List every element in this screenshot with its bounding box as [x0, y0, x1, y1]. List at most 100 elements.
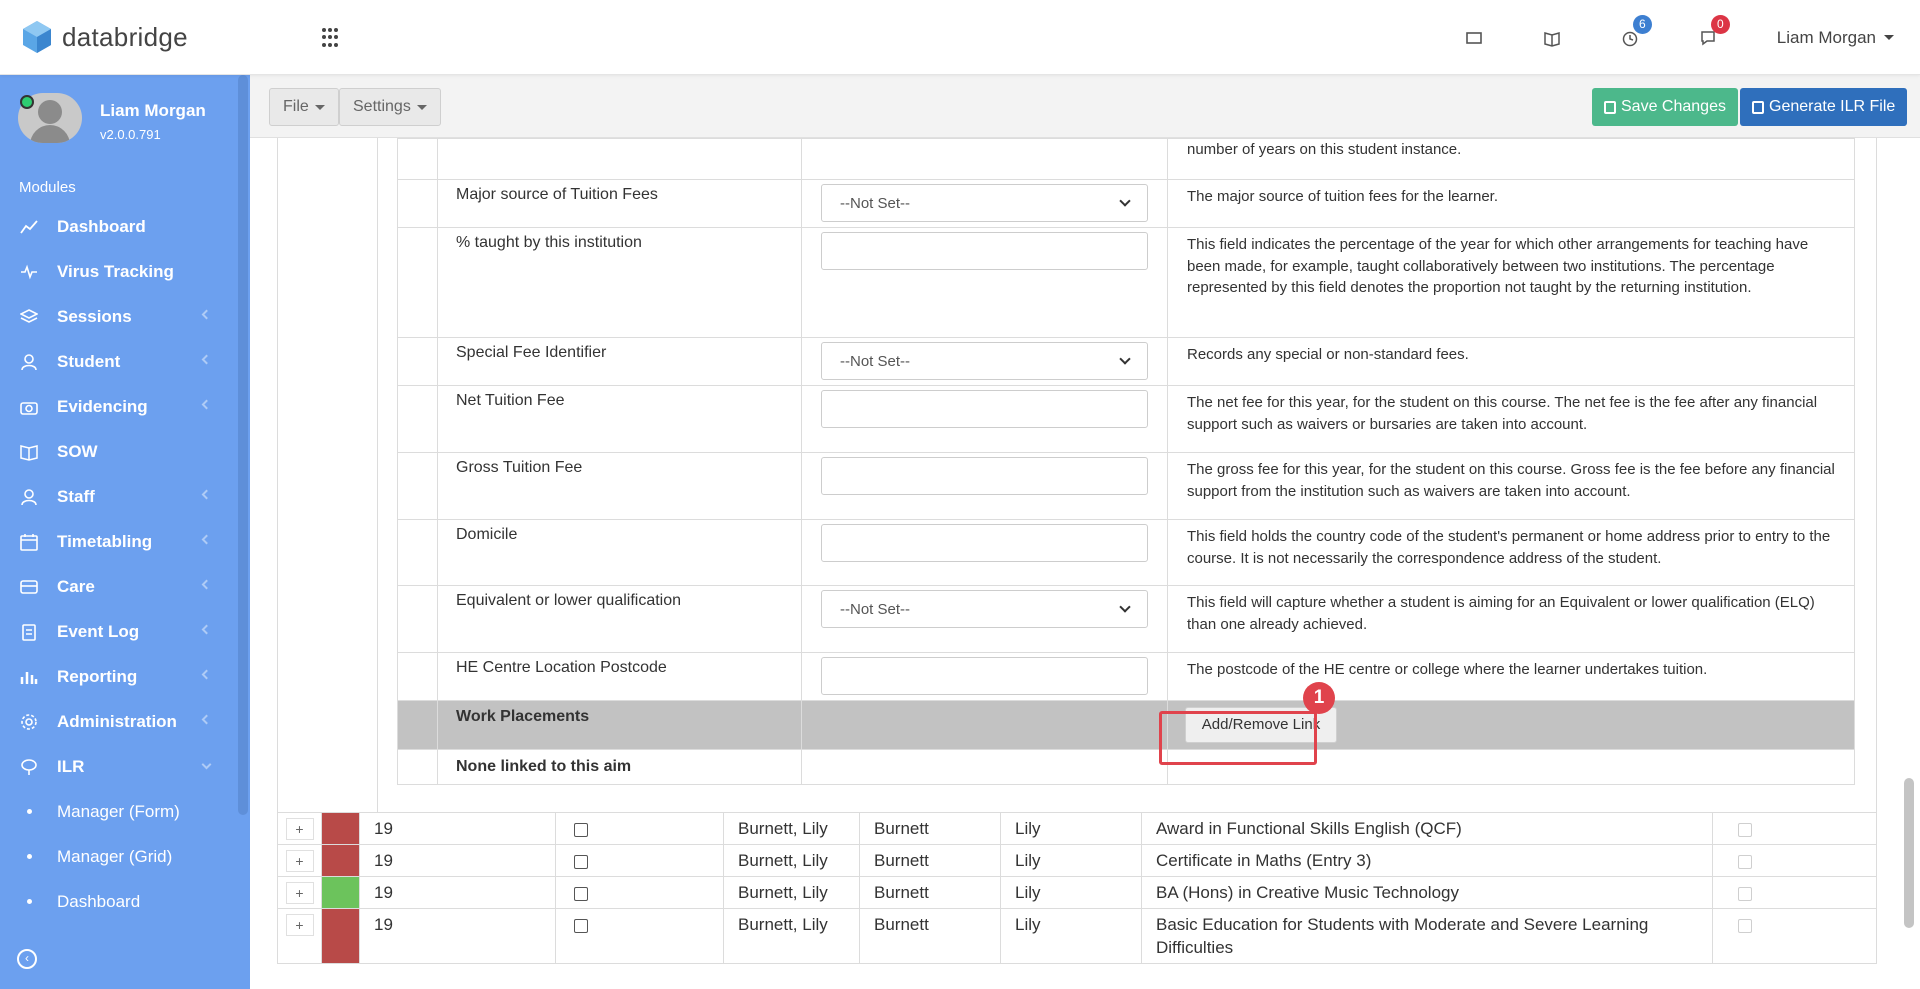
expand-row-button[interactable]: + — [285, 850, 314, 872]
user-menu[interactable]: Liam Morgan — [1777, 28, 1894, 48]
sidebar-subitem-label: Manager (Grid) — [57, 846, 173, 866]
field-description: This field indicates the percentage of t… — [1167, 227, 1855, 338]
sidebar-item-student[interactable]: Student — [0, 339, 240, 384]
sidebar-item-ilr[interactable]: ILR — [0, 744, 240, 789]
sidebar-item-sow[interactable]: SOW — [0, 429, 240, 474]
table-row[interactable]: + 19 Burnett, Lily Burnett Lily Basic Ed… — [277, 908, 1877, 964]
row-checkbox[interactable] — [574, 855, 588, 869]
domicile-input[interactable] — [821, 524, 1148, 562]
sidebar-item-event-log[interactable]: Event Log — [0, 609, 240, 654]
detail-row: Domicile This field holds the country co… — [397, 519, 1855, 586]
net-tuition-fee-input[interactable] — [821, 390, 1148, 428]
caret-down-icon — [314, 104, 325, 110]
sidebar-subitem-manager-grid[interactable]: Manager (Grid) — [0, 834, 240, 879]
expand-row-button[interactable]: + — [285, 882, 314, 904]
sidebar-item-evidencing[interactable]: Evidencing — [0, 384, 240, 429]
chevron-icon — [201, 399, 212, 410]
chevron-down-icon — [1119, 601, 1131, 613]
expand-row-button[interactable]: + — [285, 818, 314, 840]
course-cell: Certificate in Maths (Entry 3) — [1141, 844, 1713, 877]
profile-name: Liam Morgan — [100, 101, 206, 120]
sidebar-item-label: Evidencing — [57, 396, 148, 416]
ilr-detail-table: number of years on this student instance… — [397, 138, 1855, 785]
table-row[interactable]: + 19 Burnett, Lily Burnett Lily BA (Hons… — [277, 876, 1877, 909]
timer-icon[interactable]: 6 — [1591, 14, 1669, 47]
window-icon[interactable] — [1435, 29, 1513, 47]
sidebar-item-virus-tracking[interactable]: Virus Tracking — [0, 249, 240, 294]
brand-name: databridge — [62, 21, 188, 52]
major-source-select[interactable]: --Not Set-- — [821, 184, 1148, 222]
sidebar-item-label: Staff — [57, 486, 95, 506]
expand-row-button[interactable]: + — [285, 914, 314, 936]
sidebar-item-label: Event Log — [57, 621, 140, 641]
sidebar-subitem-manager-form[interactable]: Manager (Form) — [0, 789, 240, 834]
first-name-cell: Lily — [1000, 812, 1142, 845]
chevron-icon — [201, 354, 212, 365]
flag-checkbox[interactable] — [1738, 919, 1752, 933]
sidebar-item-dashboard[interactable]: Dashboard — [0, 204, 240, 249]
sidebar-item-sessions[interactable]: Sessions — [0, 294, 240, 339]
annotation-marker: 1 — [1303, 682, 1335, 714]
heartbeat-icon — [20, 263, 38, 281]
field-description: The gross fee for this year, for the stu… — [1167, 452, 1855, 520]
flag-checkbox[interactable] — [1738, 887, 1752, 901]
elq-select[interactable]: --Not Set-- — [821, 590, 1148, 628]
collapse-sidebar-icon[interactable]: ‹ — [17, 949, 37, 969]
apps-grid-icon[interactable] — [322, 28, 342, 48]
he-centre-postcode-input[interactable] — [821, 657, 1148, 695]
none-linked-row: None linked to this aim — [397, 749, 1855, 785]
balloon-icon — [20, 758, 38, 776]
year-cell: 19 — [359, 812, 556, 845]
gross-tuition-fee-input[interactable] — [821, 457, 1148, 495]
sidebar-item-reporting[interactable]: Reporting — [0, 654, 240, 699]
top-header: databridge 6 0 Liam Morgan — [0, 0, 1920, 75]
ilr-grid-table: + 19 Burnett, Lily Burnett Lily Award in… — [277, 812, 1877, 964]
field-label: Domicile — [437, 519, 802, 586]
field-description: The postcode of the HE centre or college… — [1167, 652, 1855, 701]
brand[interactable]: databridge — [22, 20, 188, 54]
field-label: Equivalent or lower qualification — [437, 585, 802, 653]
chart-line-icon — [20, 218, 38, 236]
field-label: HE Centre Location Postcode — [437, 652, 802, 701]
table-row[interactable]: + 19 Burnett, Lily Burnett Lily Certific… — [277, 844, 1877, 877]
settings-menu-button[interactable]: Settings — [339, 88, 441, 126]
sidebar-subitem-dashboard[interactable]: Dashboard — [0, 879, 240, 924]
table-row[interactable]: + 19 Burnett, Lily Burnett Lily Award in… — [277, 812, 1877, 845]
status-indicator — [321, 876, 360, 909]
sidebar-item-timetabling[interactable]: Timetabling — [0, 519, 240, 564]
flag-checkbox[interactable] — [1738, 823, 1752, 837]
detail-row: Special Fee Identifier --Not Set-- Recor… — [397, 337, 1855, 386]
row-checkbox[interactable] — [574, 823, 588, 837]
flag-checkbox[interactable] — [1738, 855, 1752, 869]
sidebar-item-label: Administration — [57, 711, 177, 731]
percent-taught-input[interactable] — [821, 232, 1148, 270]
profile-version: v2.0.0.791 — [100, 127, 161, 142]
sidebar: Liam Morgan v2.0.0.791 Modules Dashboard… — [0, 75, 250, 989]
row-checkbox[interactable] — [574, 919, 588, 933]
save-icon — [1604, 100, 1616, 114]
user-icon — [20, 353, 38, 371]
file-menu-button[interactable]: File — [269, 88, 339, 126]
generate-ilr-button[interactable]: Generate ILR File — [1740, 88, 1908, 126]
special-fee-select[interactable]: --Not Set-- — [821, 342, 1148, 380]
page-scrollbar[interactable] — [1904, 778, 1914, 928]
field-description: number of years on this student instance… — [1167, 138, 1855, 180]
caret-down-icon — [1884, 35, 1894, 40]
book-open-icon[interactable] — [1513, 29, 1591, 47]
sidebar-item-care[interactable]: Care — [0, 564, 240, 609]
surname-cell: Burnett — [859, 876, 1001, 909]
save-changes-button[interactable]: Save Changes — [1592, 88, 1738, 126]
toolbar: File Settings Save Changes Generate ILR … — [250, 75, 1920, 138]
gear-icon — [20, 713, 38, 731]
detail-row: % taught by this institution This field … — [397, 227, 1855, 338]
field-description: The major source of tuition fees for the… — [1167, 179, 1855, 228]
full-name-cell: Burnett, Lily — [723, 844, 860, 877]
sidebar-item-staff[interactable]: Staff — [0, 474, 240, 519]
chat-bubble-icon[interactable]: 0 — [1669, 14, 1747, 47]
chevron-icon — [201, 309, 212, 320]
row-checkbox[interactable] — [574, 887, 588, 901]
sidebar-item-administration[interactable]: Administration — [0, 699, 240, 744]
settings-menu-label: Settings — [353, 98, 411, 115]
timers-badge: 6 — [1632, 14, 1652, 34]
sidebar-item-label: Care — [57, 576, 95, 596]
